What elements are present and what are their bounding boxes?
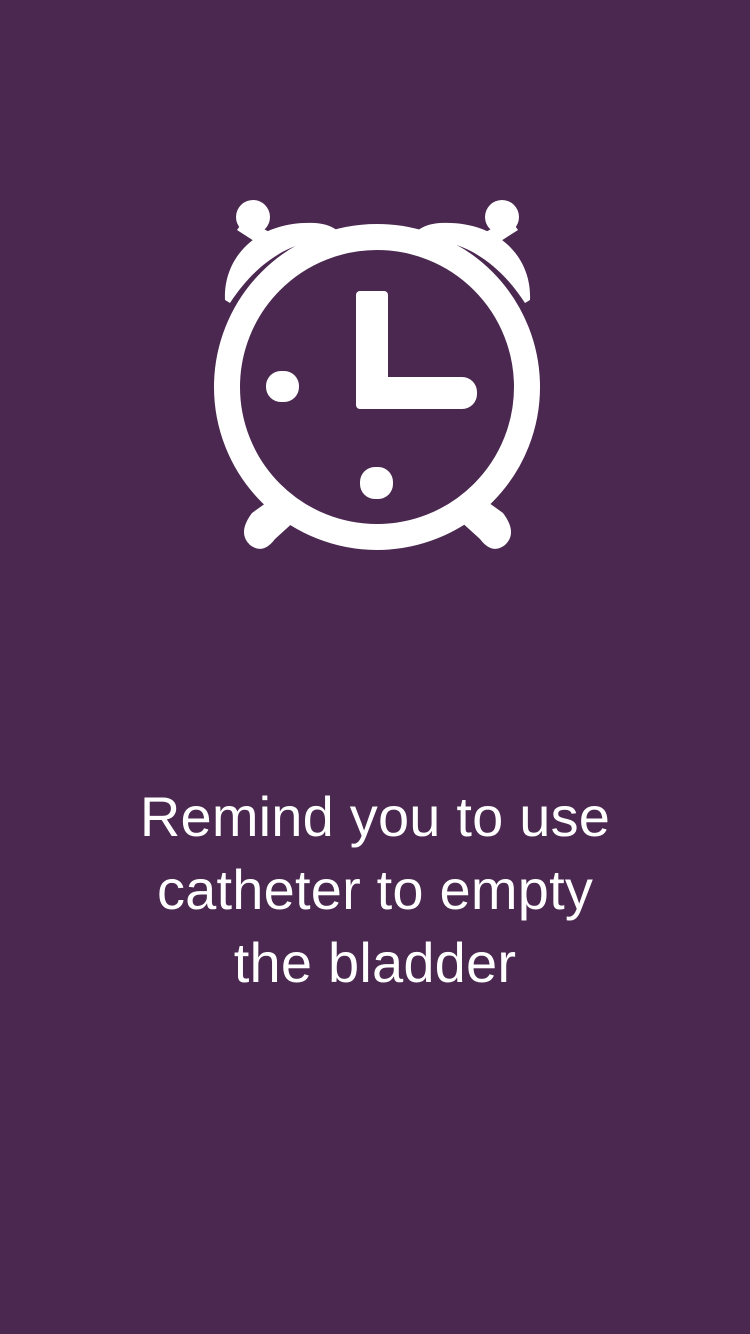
reminder-message: Remind you to use catheter to empty the … (0, 780, 750, 999)
message-line-3: the bladder (233, 931, 517, 994)
message-line-1: Remind you to use (139, 785, 611, 848)
message-line-2: catheter to empty (156, 858, 594, 921)
onboarding-screen: Remind you to use catheter to empty the … (0, 0, 750, 1334)
alarm-clock-icon (205, 195, 550, 565)
